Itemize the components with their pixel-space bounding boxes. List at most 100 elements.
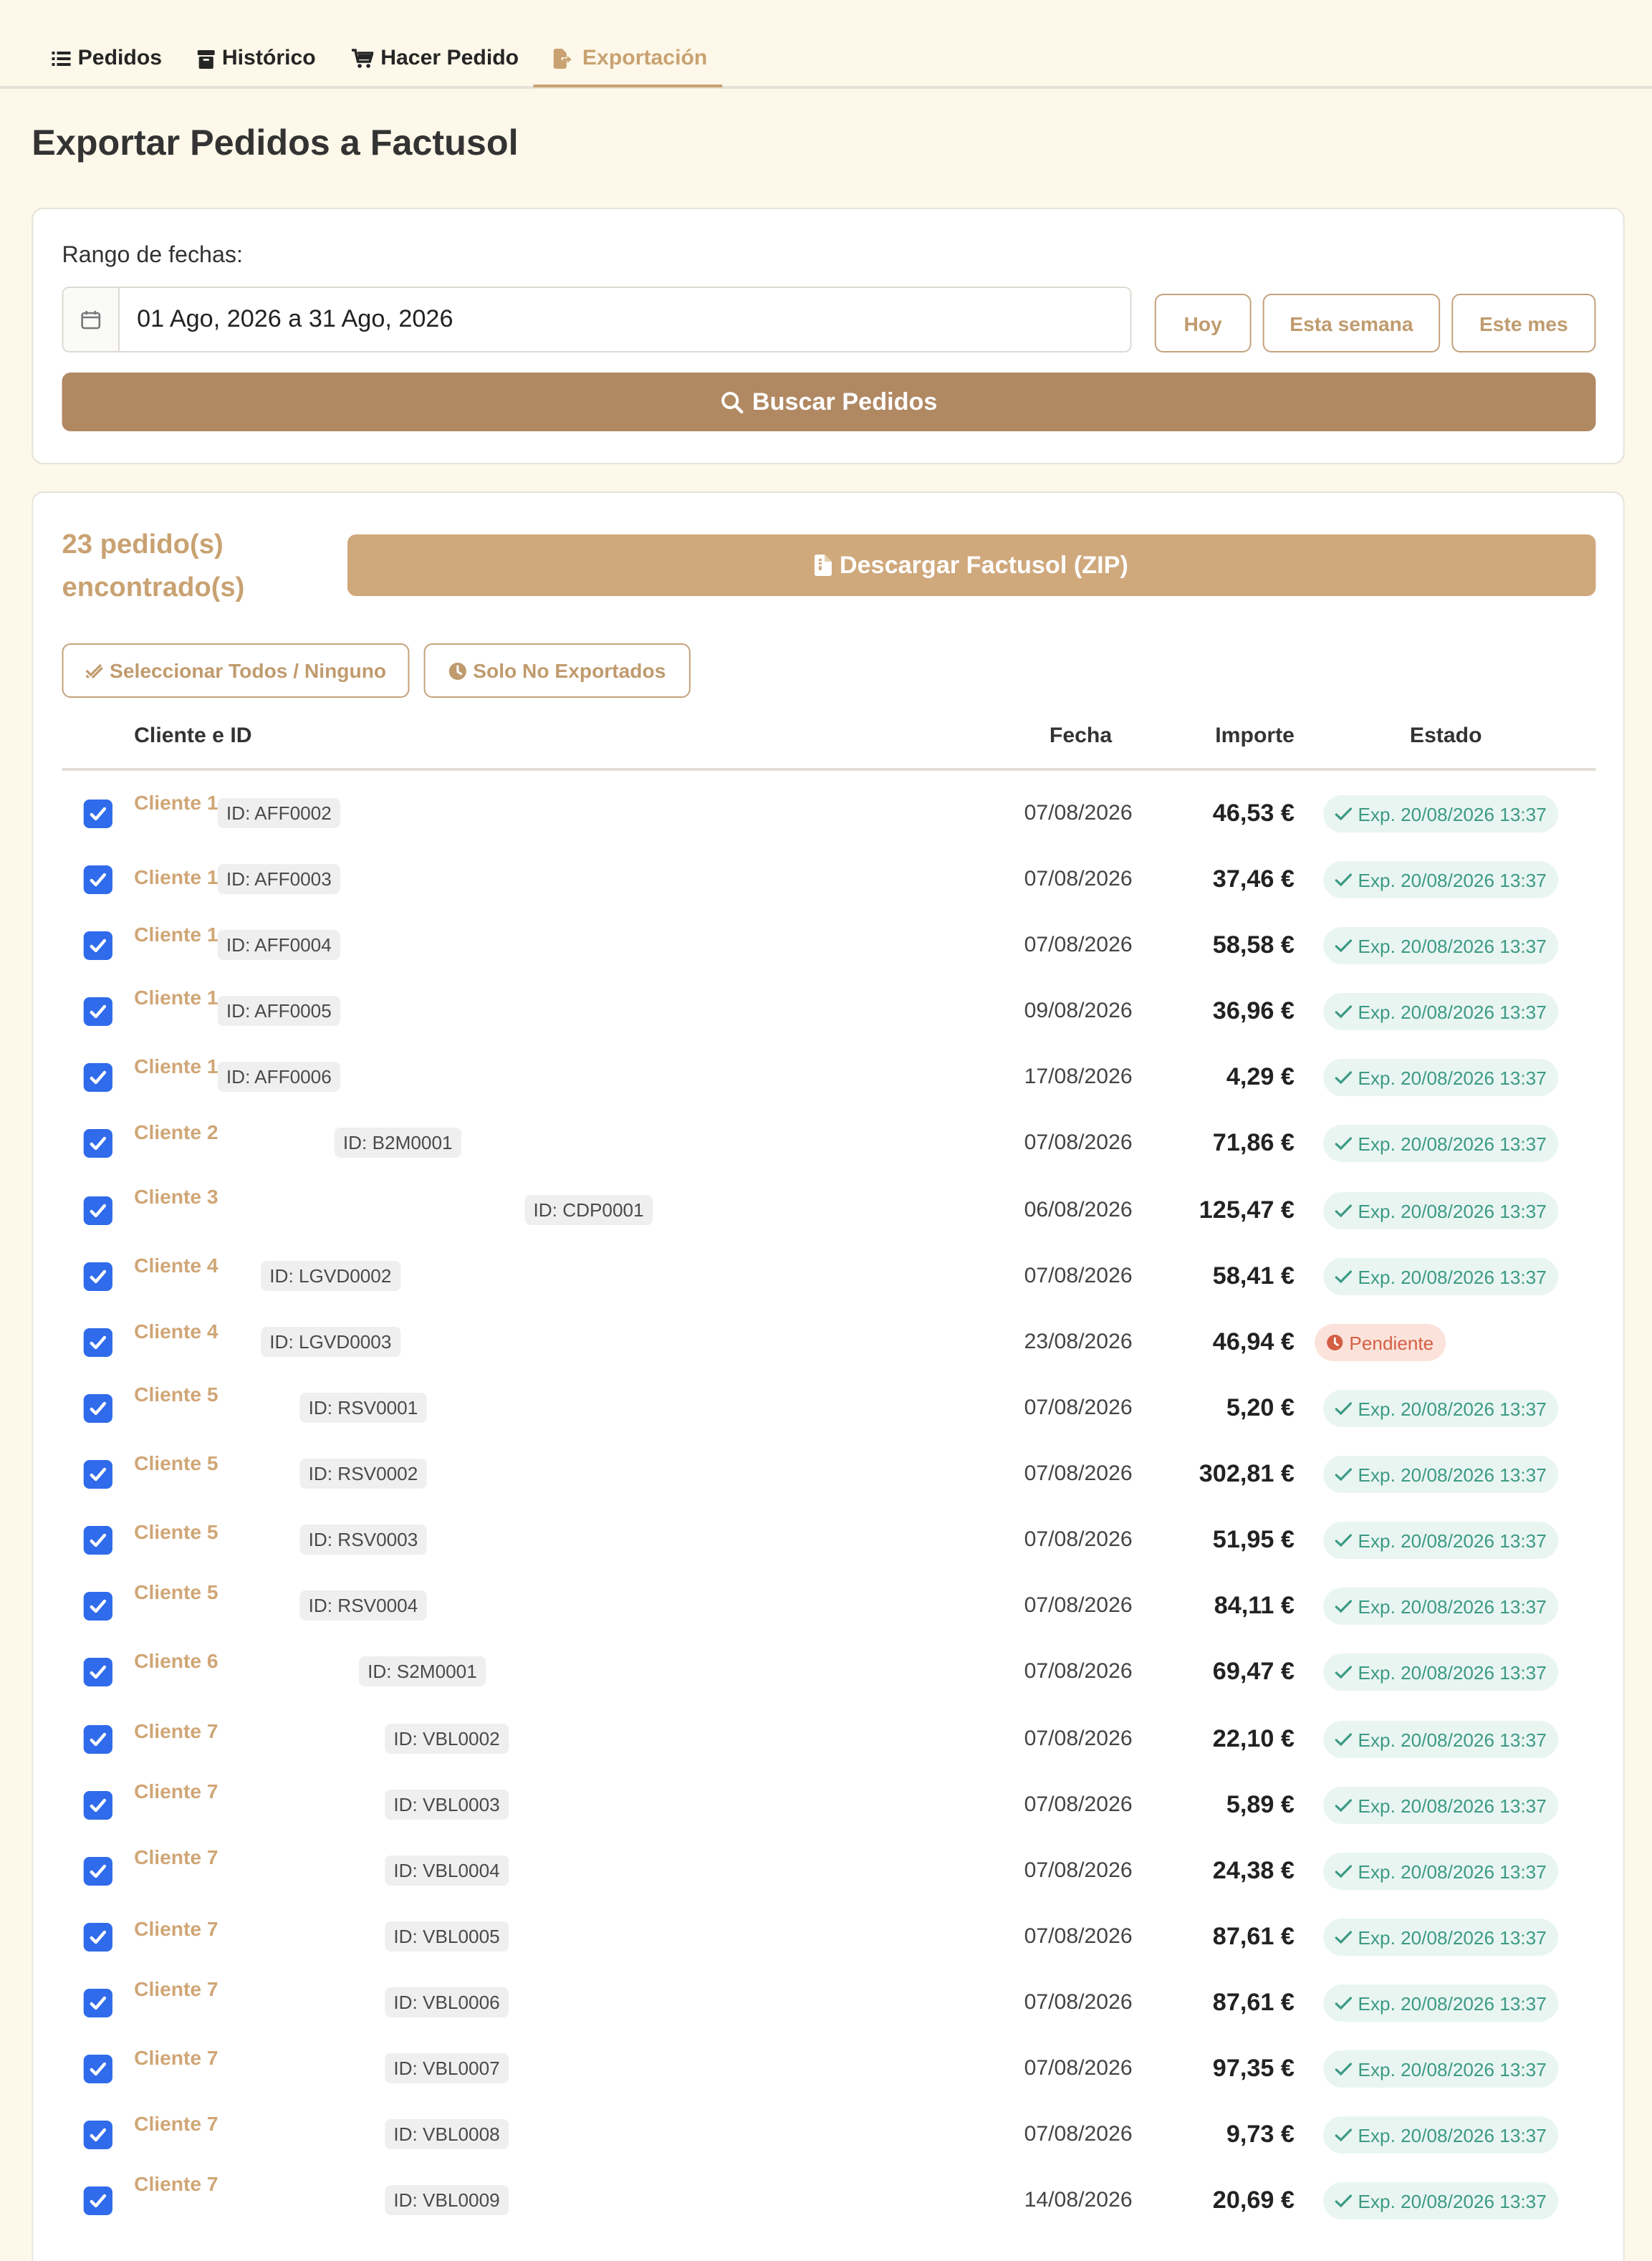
row-checkbox[interactable] (83, 1129, 112, 1158)
tab-label: Exportación (582, 46, 708, 70)
client-name[interactable]: Cliente 1 (134, 865, 218, 888)
status-text: Exp. 20/08/2026 13:37 (1358, 1992, 1547, 2014)
client-name[interactable]: Cliente 7 (134, 2172, 218, 2195)
date-range-input[interactable] (120, 288, 1130, 351)
row-checkbox[interactable] (83, 800, 112, 828)
check-icon (1335, 1732, 1358, 1747)
table-row: Cliente 7 ID: VBL0005 07/08/2026 87,61 € Exp… (62, 1903, 1596, 1969)
check-icon (88, 936, 108, 956)
search-orders-button[interactable]: Buscar Pedidos (62, 373, 1596, 431)
status-text: Exp. 20/08/2026 13:37 (1358, 1595, 1547, 1617)
download-factusol-button[interactable]: Descargar Factusol (ZIP) (347, 534, 1596, 596)
row-checkbox[interactable] (83, 1791, 112, 1820)
order-date: 07/08/2026 (1024, 933, 1133, 957)
check-icon (88, 1398, 108, 1418)
row-checkbox[interactable] (83, 1196, 112, 1225)
row-checkbox[interactable] (83, 931, 112, 960)
table-row: Cliente 7 ID: VBL0006 07/08/2026 87,61 € Exp… (62, 1969, 1596, 2035)
row-checkbox[interactable] (83, 1725, 112, 1754)
order-amount: 87,61 € (1212, 1989, 1295, 2016)
client-name[interactable]: Cliente 7 (134, 2046, 218, 2069)
table-row: Cliente 4 ID: LGVD0003 23/08/2026 46,94 € Pe… (62, 1308, 1596, 1374)
client-name[interactable]: Cliente 5 (134, 1383, 218, 1406)
status-badge-exported: Exp. 20/08/2026 13:37 (1323, 2050, 1558, 2088)
today-button[interactable]: Hoy (1154, 294, 1252, 352)
client-name[interactable]: Cliente 4 (134, 1254, 218, 1277)
order-date: 14/08/2026 (1024, 2188, 1133, 2212)
client-name[interactable]: Cliente 3 (134, 1185, 218, 1208)
check-icon (1335, 1930, 1358, 1944)
client-name[interactable]: Cliente 7 (134, 2112, 218, 2135)
row-checkbox[interactable] (83, 2186, 112, 2215)
table-row: Cliente 3 ID: CDP0001 06/08/2026 125,47 € Ex… (62, 1176, 1596, 1242)
check-icon (1335, 1599, 1358, 1613)
tab-pedidos[interactable]: Pedidos (52, 46, 162, 87)
row-checkbox[interactable] (83, 1857, 112, 1886)
client-name[interactable]: Cliente 1 (134, 791, 218, 814)
row-checkbox[interactable] (83, 1394, 112, 1423)
tab-historico[interactable]: Histórico (197, 46, 316, 87)
row-checkbox[interactable] (83, 2055, 112, 2083)
client-name[interactable]: Cliente 1 (134, 923, 218, 946)
status-badge-exported: Exp. 20/08/2026 13:37 (1323, 2116, 1558, 2154)
order-amount: 24,38 € (1212, 1857, 1295, 1884)
client-name[interactable]: Cliente 1 (134, 986, 218, 1009)
order-date: 07/08/2026 (1024, 801, 1133, 825)
order-date: 07/08/2026 (1024, 1990, 1133, 2015)
client-name[interactable]: Cliente 1 (134, 1055, 218, 1077)
client-name[interactable]: Cliente 7 (134, 1917, 218, 1940)
row-checkbox[interactable] (83, 2121, 112, 2149)
client-name[interactable]: Cliente 5 (134, 1520, 218, 1543)
row-checkbox[interactable] (83, 997, 112, 1026)
row-checkbox[interactable] (83, 1460, 112, 1489)
client-name[interactable]: Cliente 7 (134, 1845, 218, 1868)
client-name[interactable]: Cliente 7 (134, 1780, 218, 1802)
order-date: 07/08/2026 (1024, 1461, 1133, 1486)
check-icon (88, 870, 108, 890)
row-checkbox[interactable] (83, 1262, 112, 1291)
status-badge-exported: Exp. 20/08/2026 13:37 (1323, 1456, 1558, 1493)
order-amount: 4,29 € (1226, 1063, 1295, 1090)
status-text: Exp. 20/08/2026 13:37 (1358, 2190, 1547, 2212)
order-amount: 46,53 € (1212, 800, 1295, 827)
status-text: Exp. 20/08/2026 13:37 (1358, 869, 1547, 891)
order-id-tag: ID: AFF0005 (217, 996, 340, 1026)
client-name[interactable]: Cliente 5 (134, 1580, 218, 1603)
client-name[interactable]: Cliente 7 (134, 1977, 218, 2000)
order-amount: 5,89 € (1226, 1791, 1295, 1818)
client-name[interactable]: Cliente 4 (134, 1320, 218, 1343)
order-id-tag: ID: VBL0004 (385, 1856, 509, 1886)
order-amount: 84,11 € (1214, 1592, 1295, 1619)
client-name[interactable]: Cliente 2 (134, 1120, 218, 1143)
check-icon (88, 1464, 108, 1484)
row-checkbox[interactable] (83, 865, 112, 894)
order-id-tag: ID: VBL0002 (385, 1724, 509, 1754)
status-badge-exported: Exp. 20/08/2026 13:37 (1323, 1588, 1558, 1625)
tab-hacer-pedido[interactable]: Hacer Pedido (351, 46, 519, 87)
client-name[interactable]: Cliente 6 (134, 1649, 218, 1672)
row-checkbox[interactable] (83, 1063, 112, 1092)
client-name[interactable]: Cliente 7 (134, 1719, 218, 1742)
check-icon (88, 1795, 108, 1815)
check-icon (1335, 1533, 1358, 1547)
tab-exportacion[interactable]: Exportación (533, 46, 723, 87)
row-checkbox[interactable] (83, 1923, 112, 1952)
this-week-button[interactable]: Esta semana (1262, 294, 1441, 352)
only-unexported-button[interactable]: Solo No Exportados (423, 643, 691, 698)
row-checkbox[interactable] (83, 1592, 112, 1621)
row-checkbox[interactable] (83, 1526, 112, 1555)
row-checkbox[interactable] (83, 1989, 112, 2017)
this-month-button[interactable]: Este mes (1451, 294, 1596, 352)
check-icon (88, 1530, 108, 1550)
double-check-icon (85, 663, 104, 679)
table-row: Cliente 5 ID: RSV0001 07/08/2026 5,20 € Exp.… (62, 1374, 1596, 1440)
client-name[interactable]: Cliente 5 (134, 1451, 218, 1474)
table-row: Cliente 4 ID: LGVD0002 07/08/2026 58,41 € Ex… (62, 1242, 1596, 1308)
select-all-button[interactable]: Seleccionar Todos / Ninguno (62, 643, 410, 698)
row-checkbox[interactable] (83, 1658, 112, 1686)
calendar-icon[interactable] (63, 288, 120, 351)
file-export-icon (553, 46, 575, 72)
order-amount: 302,81 € (1199, 1460, 1295, 1487)
check-icon (1335, 1467, 1358, 1482)
row-checkbox[interactable] (83, 1328, 112, 1357)
